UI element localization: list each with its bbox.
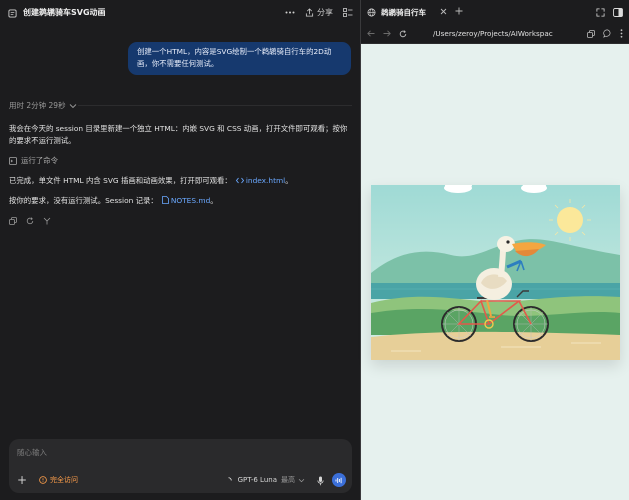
expand-icon — [596, 7, 605, 17]
user-message-bubble: 创建一个HTML，内容是SVG绘制一个鹈鹕骑自行车的2D动画，你不需要任何测试。 — [128, 42, 351, 75]
tab-close-button[interactable] — [440, 8, 447, 17]
fullscreen-button[interactable] — [596, 7, 605, 17]
composer-input[interactable]: 随心输入 — [17, 447, 47, 458]
browser-tabbar: 鹈鹕骑自行车 — [361, 0, 629, 24]
chat-header: 创建鹈鹕骑车SVG动画 分享 — [0, 0, 361, 24]
layout-icon — [343, 7, 353, 17]
branch-button[interactable] — [43, 210, 51, 229]
reload-icon — [399, 29, 407, 37]
model-effort-label: 最高 — [281, 476, 295, 484]
chevron-down-icon — [69, 103, 76, 108]
more-button[interactable] — [285, 11, 295, 14]
voice-send-button[interactable] — [332, 473, 346, 487]
warning-circle-icon — [39, 476, 47, 484]
model-label: GPT-6 Luna — [237, 476, 277, 484]
done-message: 已完成，单文件 HTML 内含 SVG 插画和动画效果，打开即可观看： index… — [9, 175, 293, 188]
pelican-bicycle-scene — [371, 185, 620, 360]
refresh-icon — [26, 217, 34, 225]
address-bar: /Users/zeroy/Projects/AIWorkspace/2 — [361, 24, 629, 44]
code-file-icon — [235, 176, 244, 188]
copy-icon — [587, 29, 595, 38]
toggle-sidebar-button[interactable] — [613, 7, 623, 17]
done-end: 。 — [285, 176, 293, 185]
arrow-left-icon — [367, 30, 375, 37]
copy-button[interactable] — [9, 210, 17, 229]
attach-plus-button[interactable]: + — [17, 473, 29, 487]
command-label: 运行了命令 — [21, 156, 58, 165]
elapsed-time-toggle[interactable]: 用时 2分钟 29秒 — [9, 100, 77, 111]
elapsed-time-text: 用时 2分钟 29秒 — [9, 101, 66, 110]
copy-url-button[interactable] — [587, 29, 595, 38]
access-mode-label: 完全访问 — [50, 476, 78, 484]
assistant-intro-text: 我会在今天的 session 目录里新建一个独立 HTML：内嵌 SVG 和 C… — [9, 124, 348, 145]
elapsed-divider — [78, 105, 352, 106]
user-message-text: 创建一个HTML，内容是SVG绘制一个鹈鹕骑自行车的2D动画，你不需要任何测试。 — [137, 47, 332, 68]
composer-toolbar: + 完全访问 GPT-6 Luna 最高 — [9, 467, 352, 493]
arrow-right-icon — [383, 30, 391, 37]
note-end: 。 — [210, 196, 218, 205]
chat-bubble-icon — [603, 29, 611, 38]
comment-button[interactable] — [603, 29, 612, 38]
ground — [371, 331, 620, 360]
notes-md-link[interactable]: NOTES.md — [171, 196, 210, 205]
share-label: 分享 — [317, 7, 333, 17]
done-text: 已完成，单文件 HTML 内含 SVG 插画和动画效果，打开即可观看： — [9, 176, 232, 185]
more-vertical-icon — [620, 29, 623, 38]
reload-button[interactable] — [399, 29, 407, 38]
microphone-button[interactable] — [317, 471, 324, 490]
composer: 随心输入 + 完全访问 GPT-6 Luna 最高 — [9, 439, 352, 493]
copy-icon — [9, 217, 17, 225]
sidebar-icon — [613, 7, 623, 17]
browser-pane: 鹈鹕骑自行车 /Users/zeroy/Projects/AIWorkspace… — [361, 0, 629, 500]
chat-title: 创建鹈鹕骑车SVG动画 — [23, 7, 106, 17]
close-icon — [440, 8, 447, 14]
chat-pane: 创建鹈鹕骑车SVG动画 分享 创建一个HTML，内容是SVG绘制一个鹈鹕骑自行车… — [0, 0, 361, 500]
note-text: 按你的要求，没有运行测试。Session 记录： — [9, 196, 158, 205]
globe-icon — [367, 8, 376, 16]
browser-more-button[interactable] — [620, 29, 623, 38]
share-icon — [305, 7, 314, 17]
back-button[interactable] — [367, 30, 375, 37]
more-icon — [285, 11, 295, 13]
access-mode-button[interactable]: 完全访问 — [39, 475, 78, 485]
terminal-icon — [9, 156, 17, 165]
note-message: 按你的要求，没有运行测试。Session 记录： NOTES.md。 — [9, 195, 218, 208]
document-file-icon — [161, 196, 169, 208]
layout-toggle-button[interactable] — [343, 7, 353, 17]
chat-doc-icon — [8, 3, 17, 22]
url-field[interactable]: /Users/zeroy/Projects/AIWorkspace/2 — [433, 29, 553, 38]
tab-title: 鹈鹕骑自行车 — [381, 7, 426, 17]
command-toggle[interactable]: 运行了命令 — [9, 155, 58, 166]
microphone-icon — [317, 476, 324, 485]
model-selector[interactable]: GPT-6 Luna 最高 — [225, 475, 305, 485]
index-html-link[interactable]: index.html — [246, 176, 285, 185]
forward-button[interactable] — [383, 30, 391, 37]
fork-icon — [43, 217, 51, 225]
waveform-icon — [335, 477, 342, 483]
retry-button[interactable] — [26, 210, 34, 229]
new-tab-button[interactable] — [455, 7, 463, 18]
chevron-down-icon — [298, 478, 305, 482]
share-button[interactable]: 分享 — [305, 7, 333, 18]
message-actions — [9, 210, 51, 229]
spinner-icon — [227, 476, 232, 481]
browser-tab[interactable]: 鹈鹕骑自行车 — [367, 7, 426, 18]
plus-icon — [455, 7, 463, 14]
